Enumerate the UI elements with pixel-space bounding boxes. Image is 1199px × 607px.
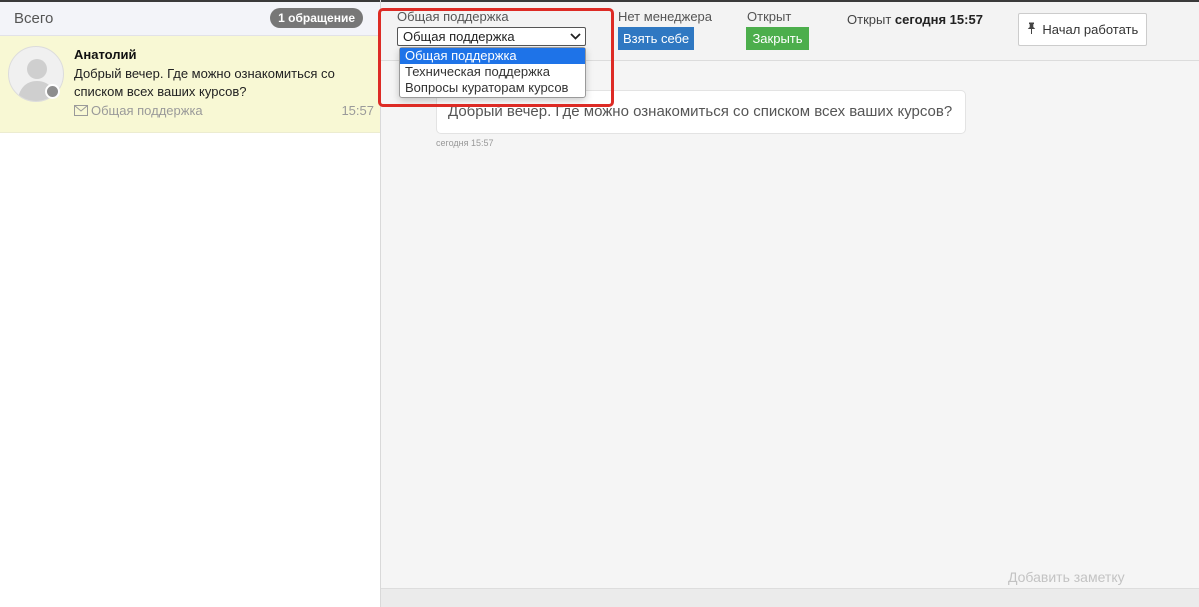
conversation-client-name: Анатолий [74,47,137,62]
bottom-strip [381,588,1199,607]
conversation-department: Общая поддержка [74,103,203,118]
department-select-value: Общая поддержка [403,29,515,44]
conversation-preview: Добрый вечер. Где можно ознакомиться со … [74,66,335,99]
pushpin-icon [1027,14,1036,45]
department-option-technical[interactable]: Техническая поддержка [400,64,585,80]
offline-status-dot [45,84,60,99]
start-work-button[interactable]: Начал работать [1018,13,1147,46]
list-title: Всего [14,10,54,27]
conversation-list-header: Всего 1 обращение [0,0,380,36]
opened-time: сегодня 15:57 [894,12,983,27]
opened-info: Открыт сегодня 15:57 [847,12,983,27]
conversation-department-label: Общая поддержка [91,103,203,118]
department-option-general[interactable]: Общая поддержка [400,48,585,64]
conversation-detail-panel: Общая поддержка Общая поддержка Общая по… [378,0,1199,607]
department-dropdown-list: Общая поддержка Техническая поддержка Во… [399,47,586,98]
chat-area: Добрый вечер. Где можно ознакомиться со … [381,61,1199,588]
close-conversation-button[interactable]: Закрыть [746,27,809,50]
conversation-toolbar: Общая поддержка Общая поддержка Общая по… [378,0,1199,107]
department-option-curators[interactable]: Вопросы кураторам курсов [400,80,585,96]
conversation-item[interactable]: Анатолий Добрый вечер. Где можно ознаком… [0,36,380,133]
department-label: Общая поддержка [397,9,509,24]
message-time: сегодня 15:57 [436,138,494,148]
start-work-label: Начал работать [1042,22,1139,37]
opened-prefix: Открыт [847,12,892,27]
add-note-link[interactable]: Добавить заметку [1008,569,1125,585]
status-label: Открыт [747,9,792,24]
manager-label: Нет менеджера [618,9,713,24]
conversation-time: 15:57 [341,103,374,118]
envelope-icon [74,105,88,116]
conversation-count-badge: 1 обращение [270,8,363,28]
department-select[interactable]: Общая поддержка [397,27,586,46]
conversation-list-panel: Всего 1 обращение Анатолий Добрый вечер.… [0,0,381,607]
app: Всего 1 обращение Анатолий Добрый вечер.… [0,0,1199,607]
take-conversation-button[interactable]: Взять себе [618,27,694,50]
